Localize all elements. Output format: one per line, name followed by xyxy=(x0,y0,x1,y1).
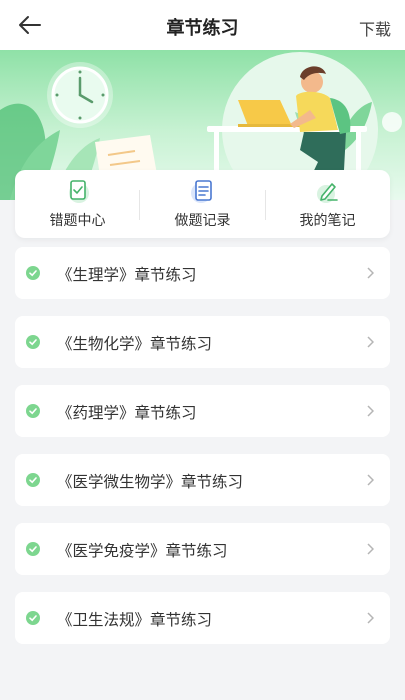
chapter-practice-page: 章节练习 下载 错题中心 做题记录 我的笔记 《生理学》章节练习 《生物化学》章… xyxy=(0,0,405,700)
chapter-item-health-law[interactable]: 《卫生法规》章节练习 xyxy=(15,592,390,644)
chapter-item-biochemistry[interactable]: 《生物化学》章节练习 xyxy=(15,316,390,368)
qa-label-record: 做题记录 xyxy=(174,213,231,229)
practice-record-button[interactable]: 做题记录 xyxy=(140,170,265,238)
pen-note-icon xyxy=(314,178,342,204)
check-circle-icon xyxy=(26,542,40,556)
chapter-label: 《卫生法规》章节练习 xyxy=(57,611,213,629)
download-button[interactable]: 下载 xyxy=(359,16,391,40)
chapter-label: 《医学微生物学》章节练习 xyxy=(57,473,244,491)
check-circle-icon xyxy=(26,335,40,349)
chevron-right-icon xyxy=(367,543,374,555)
document-list-icon xyxy=(189,178,217,204)
my-notes-button[interactable]: 我的笔记 xyxy=(265,170,390,238)
page-title: 章节练习 xyxy=(166,18,239,39)
qa-label-wrong: 错题中心 xyxy=(49,213,106,229)
chapter-item-microbiology[interactable]: 《医学微生物学》章节练习 xyxy=(15,454,390,506)
wrong-questions-center-button[interactable]: 错题中心 xyxy=(15,170,140,238)
chevron-right-icon xyxy=(367,612,374,624)
chapter-label: 《生理学》章节练习 xyxy=(57,266,197,284)
chapter-item-pharmacology[interactable]: 《药理学》章节练习 xyxy=(15,385,390,437)
chapter-item-physiology[interactable]: 《生理学》章节练习 xyxy=(15,247,390,299)
chevron-right-icon xyxy=(367,474,374,486)
chevron-right-icon xyxy=(367,267,374,279)
clipboard-check-icon xyxy=(64,178,92,204)
chapter-label: 《医学免疫学》章节练习 xyxy=(57,542,228,560)
chapter-label: 《生物化学》章节练习 xyxy=(57,335,213,353)
chevron-right-icon xyxy=(367,405,374,417)
check-circle-icon xyxy=(26,404,40,418)
top-bar: 章节练习 下载 xyxy=(0,0,405,50)
check-circle-icon xyxy=(26,473,40,487)
check-circle-icon xyxy=(26,266,40,280)
chapter-item-immunology[interactable]: 《医学免疫学》章节练习 xyxy=(15,523,390,575)
check-circle-icon xyxy=(26,611,40,625)
quick-actions-card: 错题中心 做题记录 我的笔记 xyxy=(15,170,390,238)
qa-label-notes: 我的笔记 xyxy=(299,213,356,229)
chapter-label: 《药理学》章节练习 xyxy=(57,404,197,422)
chevron-right-icon xyxy=(367,336,374,348)
